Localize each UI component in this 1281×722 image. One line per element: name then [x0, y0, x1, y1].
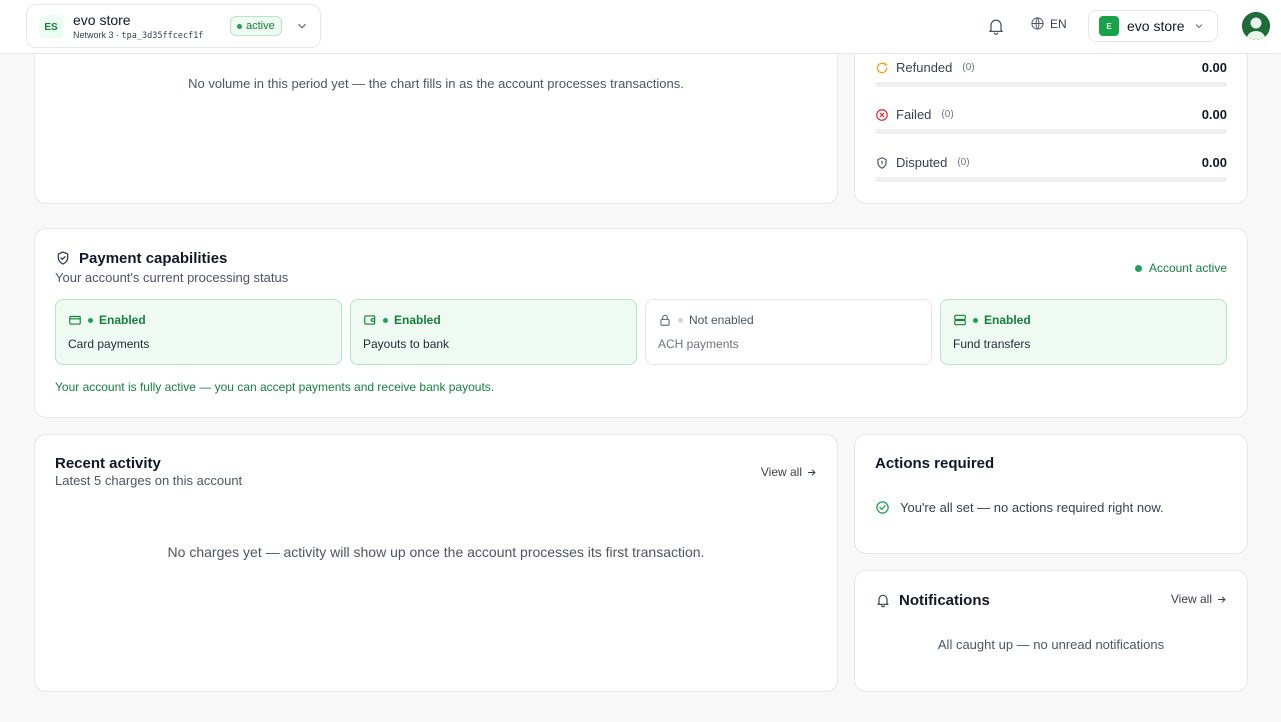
- breakdown-bar: [875, 177, 1227, 182]
- capability-name: Fund transfers: [953, 337, 1031, 351]
- actions-message-text: You're all set — no actions required rig…: [900, 500, 1164, 515]
- actions-required-card: Actions required You're all set — no act…: [854, 434, 1248, 554]
- status-breakdown-card: Refunded (0) 0.00 Failed (0) 0.00 Disput…: [854, 30, 1248, 204]
- account-active-label: Account active: [1148, 261, 1227, 275]
- payment-capabilities-card: Payment capabilities Your account's curr…: [34, 228, 1248, 418]
- account-name: evo store: [1127, 18, 1185, 34]
- globe-icon: [1031, 17, 1044, 30]
- breakdown-label: Failed: [896, 107, 932, 122]
- status-badge: active: [230, 16, 282, 36]
- language-label: EN: [1050, 16, 1067, 31]
- capability-state: Enabled: [99, 313, 146, 327]
- breakdown-count: (0): [957, 157, 970, 168]
- activity-empty-message: No charges yet — activity will show up o…: [167, 544, 705, 560]
- wallet-icon: [364, 315, 376, 325]
- store-name: evo store: [73, 12, 131, 28]
- actions-message: You're all set — no actions required rig…: [875, 500, 1164, 515]
- capability-payouts-to-bank: Enabled Payouts to bank: [350, 299, 637, 365]
- capability-name: Payouts to bank: [363, 337, 450, 351]
- breakdown-count: (0): [941, 109, 954, 120]
- breakdown-bar: [875, 82, 1227, 87]
- status-dot-icon: [237, 23, 242, 29]
- capabilities-subtitle: Your account's current processing status: [55, 270, 289, 285]
- notifications-title: Notifications: [899, 592, 990, 609]
- notifications-card: Notifications View all All caught up — n…: [854, 570, 1248, 692]
- check-circle-icon: [876, 501, 889, 514]
- bell-icon: [877, 594, 889, 608]
- recent-activity-card: Recent activity Latest 5 charges on this…: [34, 434, 838, 692]
- notifications-empty-message: All caught up — no unread notifications: [937, 637, 1165, 652]
- breakdown-label: Refunded: [896, 60, 953, 75]
- network-label: Network 3: [73, 30, 114, 40]
- actions-title: Actions required: [875, 455, 995, 472]
- breakdown-amount: 0.00: [1201, 60, 1227, 75]
- breakdown-label: Disputed: [896, 155, 948, 170]
- store-switcher[interactable]: ES evo store Network 3 · tpa_3d35ffcecf1…: [26, 4, 321, 48]
- status-dot-icon: [383, 317, 388, 323]
- capability-state: Not enabled: [689, 313, 754, 327]
- meta-separator: ·: [116, 30, 120, 40]
- chevron-down-icon[interactable]: [295, 19, 309, 33]
- shield-check-icon: [57, 251, 69, 265]
- status-label: active: [246, 20, 275, 32]
- breakdown-count: (0): [962, 62, 975, 73]
- arrow-right-icon: [1218, 595, 1226, 603]
- capability-ach-payments: Not enabled ACH payments: [645, 299, 932, 365]
- breakdown-amount: 0.00: [1201, 155, 1227, 170]
- view-all-label: View all: [1170, 592, 1212, 606]
- breakdown-amount: 0.00: [1201, 107, 1227, 122]
- status-dot-icon: [88, 317, 93, 323]
- capability-fund-transfers: Enabled Fund transfers: [940, 299, 1227, 365]
- account-id: tpa_3d35ffcecf1f: [121, 31, 204, 41]
- status-dot-icon: [1134, 264, 1142, 272]
- account-active-status: Account active: [1134, 261, 1227, 275]
- account-switcher[interactable]: E evo store: [1088, 10, 1218, 42]
- capability-state: Enabled: [984, 313, 1031, 327]
- bell-icon[interactable]: [986, 16, 1006, 36]
- breakdown-row-disputed: Disputed (0) 0.00: [875, 155, 1227, 195]
- volume-chart-card: No volume in this period yet — the chart…: [34, 30, 838, 204]
- breakdown-row-refunded: Refunded (0) 0.00: [875, 60, 1227, 100]
- shield-icon: [877, 156, 887, 169]
- capabilities-note: Your account is fully active — you can a…: [55, 380, 495, 394]
- avatar[interactable]: [1242, 12, 1270, 40]
- notifications-view-all-link[interactable]: View all: [1171, 592, 1227, 606]
- capability-name: Card payments: [68, 337, 150, 351]
- transfer-icon: [954, 314, 966, 326]
- card-icon: [69, 315, 81, 325]
- store-badge: ES: [39, 15, 63, 39]
- capability-name: ACH payments: [658, 337, 739, 351]
- store-meta: Network 3 · tpa_3d35ffcecf1f: [73, 30, 203, 41]
- capability-state: Enabled: [394, 313, 441, 327]
- arrow-right-icon: [808, 468, 816, 476]
- status-dot-icon: [973, 317, 978, 323]
- breakdown-row-failed: Failed (0) 0.00: [875, 107, 1227, 147]
- top-bar: ES evo store Network 3 · tpa_3d35ffcecf1…: [0, 0, 1281, 54]
- account-badge: E: [1099, 16, 1119, 36]
- chevron-down-icon: [1195, 24, 1202, 29]
- status-dot-icon: [678, 317, 683, 323]
- language-switcher[interactable]: EN: [1030, 16, 1067, 31]
- x-circle-icon: [876, 108, 888, 121]
- activity-view-all-link[interactable]: View all: [761, 465, 817, 479]
- refund-icon: [876, 61, 888, 73]
- activity-title: Recent activity: [55, 455, 161, 472]
- activity-subtitle: Latest 5 charges on this account: [55, 473, 243, 488]
- capabilities-title: Payment capabilities: [79, 250, 228, 267]
- breakdown-bar: [875, 129, 1227, 134]
- view-all-label: View all: [760, 465, 802, 479]
- lock-icon: [660, 314, 670, 326]
- capability-card-payments: Enabled Card payments: [55, 299, 342, 365]
- volume-empty-message: No volume in this period yet — the chart…: [188, 76, 684, 91]
- user-avatar-icon: [1242, 12, 1270, 40]
